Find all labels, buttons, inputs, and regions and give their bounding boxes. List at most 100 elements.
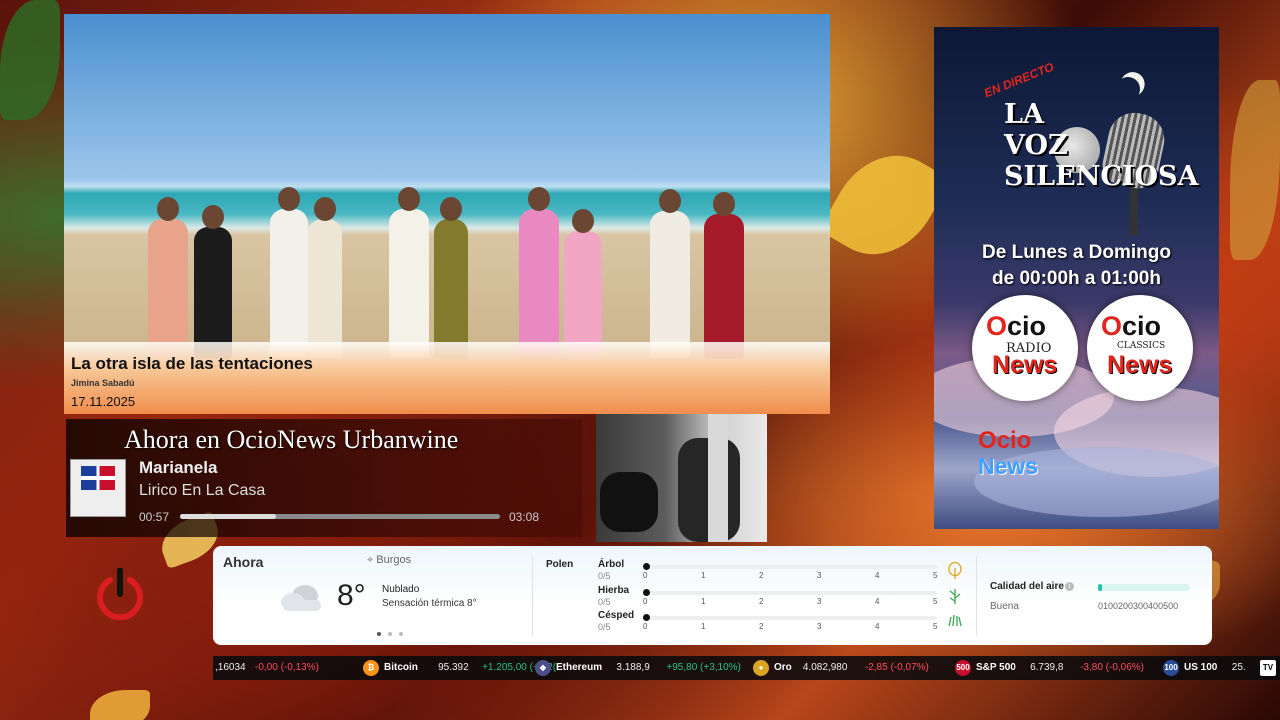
live-tag: EN DIRECTO bbox=[982, 59, 1056, 101]
pollen-tick-label: 1 bbox=[701, 597, 706, 606]
pollen-tick-label: 0 bbox=[643, 622, 648, 631]
brand-ocio-text: Ocio bbox=[978, 427, 1032, 454]
tree-icon bbox=[948, 561, 962, 579]
ticker-item-price: 95.392 bbox=[438, 662, 469, 673]
divider bbox=[976, 556, 977, 636]
tradingview-logo-icon[interactable]: TV bbox=[1260, 660, 1276, 676]
ticker-item-name[interactable]: Ethereum bbox=[556, 656, 602, 680]
brand-news-text: News bbox=[978, 453, 1039, 479]
page-dot[interactable] bbox=[388, 632, 392, 636]
ticker-item-name[interactable]: US 100 bbox=[1184, 656, 1217, 680]
logo-ocio-text: Ocio bbox=[986, 311, 1046, 342]
logo-news-text: News bbox=[1107, 351, 1173, 379]
pollen-tick-label: 3 bbox=[817, 597, 822, 606]
pollen-tick-label: 2 bbox=[759, 622, 764, 631]
news-title[interactable]: La otra isla de las tentaciones bbox=[71, 354, 313, 374]
ticker-item-change: -3,80 (-0,06%) bbox=[1080, 662, 1145, 673]
page-dot[interactable] bbox=[399, 632, 403, 636]
ticker-item-name[interactable]: Bitcoin bbox=[384, 656, 418, 680]
divider bbox=[532, 556, 533, 636]
ticker-lead-price: ,16034 bbox=[215, 662, 246, 673]
ticker-item-price: 3.188,9 bbox=[616, 662, 650, 673]
news-caption bbox=[64, 342, 830, 414]
pollen-name: Árbol bbox=[598, 559, 625, 570]
pollen-track bbox=[645, 591, 937, 595]
air-quality-ticks: 0100200300400500 bbox=[1098, 601, 1179, 611]
cloud-icon bbox=[279, 584, 325, 611]
gold-icon: ● bbox=[753, 660, 769, 676]
weather-widget: Ahora ⌖ Burgos 8° Nublado Sensación térm… bbox=[213, 546, 1212, 645]
pollen-tick-label: 1 bbox=[701, 622, 706, 631]
pollen-tick-label: 5 bbox=[933, 597, 938, 606]
ticker-item-name[interactable]: Oro bbox=[774, 656, 792, 680]
ethereum-icon: ◆ bbox=[535, 660, 551, 676]
logo-news-text: News bbox=[992, 351, 1058, 379]
news-author: Jimina Sabadú bbox=[71, 378, 135, 388]
pollen-tick-label: 0 bbox=[643, 571, 648, 580]
time-elapsed: 00:57 bbox=[139, 510, 170, 524]
schedule-hours: de 00:00h a 01:00h bbox=[992, 268, 1161, 289]
ticker-item-change: +95,80 (+3,10%) bbox=[666, 662, 741, 673]
pollen-score: 0/5 bbox=[598, 571, 611, 581]
show-title-line1: LA bbox=[1004, 99, 1044, 130]
weather-condition: Nublado bbox=[382, 584, 420, 595]
page-dot[interactable] bbox=[377, 632, 381, 636]
pollen-marker bbox=[643, 589, 650, 596]
news-card[interactable]: La otra isla de las tentaciones Jimina S… bbox=[64, 14, 830, 414]
pollen-tick-label: 5 bbox=[933, 571, 938, 580]
pollen-label: Polen bbox=[546, 559, 574, 570]
now-playing-widget: Ahora en OcioNews Urbanwine Marianela Li… bbox=[66, 419, 582, 537]
grass-icon bbox=[948, 613, 962, 629]
info-icon[interactable]: i bbox=[1065, 582, 1074, 591]
weather-location[interactable]: ⌖ Burgos bbox=[367, 554, 411, 567]
pollen-tick-label: 4 bbox=[875, 571, 880, 580]
bitcoin-icon: ₿ bbox=[363, 660, 379, 676]
power-icon[interactable] bbox=[96, 567, 144, 621]
ocio-radio-news-logo[interactable]: Ocio RADIO News bbox=[972, 295, 1078, 401]
location-name: Burgos bbox=[376, 554, 412, 566]
air-quality-bar bbox=[1098, 584, 1190, 591]
logo-ocio-text: Ocio bbox=[1101, 311, 1161, 342]
ticker-item-price: 25. bbox=[1231, 662, 1246, 673]
news-photo bbox=[64, 14, 830, 359]
ticker-lead-change: -0,00 (-0,13%) bbox=[255, 662, 319, 673]
us100-icon: 100 bbox=[1163, 660, 1179, 676]
webcam-feed bbox=[596, 414, 767, 542]
weed-icon bbox=[948, 587, 962, 604]
pollen-tick-label: 3 bbox=[817, 571, 822, 580]
air-quality-label: Calidad del aire bbox=[990, 581, 1064, 592]
location-pin-icon: ⌖ bbox=[367, 554, 374, 566]
logo-rest-letters: cio bbox=[1007, 311, 1047, 341]
show-title-line2: VOZ bbox=[1004, 130, 1068, 161]
sp500-icon: 500 bbox=[955, 660, 971, 676]
pollen-tick-label: 1 bbox=[701, 571, 706, 580]
logo-sub-text: CLASSICS bbox=[1117, 341, 1166, 351]
ticker-item-change: -2,85 (-0,07%) bbox=[864, 662, 929, 673]
now-playing-heading: Ahora en OcioNews Urbanwine bbox=[124, 425, 459, 454]
market-ticker: ,16034 -0,00 (-0,13%) ₿ Bitcoin 95.392 +1.2… bbox=[213, 656, 1280, 680]
pollen-tick-label: 3 bbox=[817, 622, 822, 631]
air-quality-value: Buena bbox=[990, 601, 1019, 612]
ocio-classics-news-logo[interactable]: Ocio CLASSICS News bbox=[1087, 295, 1193, 401]
temperature: 8° bbox=[337, 579, 366, 612]
ticker-item-price: 4.082,980 bbox=[802, 662, 848, 673]
track-album: Lirico En La Casa bbox=[139, 482, 266, 499]
progress-bar[interactable] bbox=[180, 514, 500, 519]
track-artist: Marianela bbox=[139, 458, 218, 477]
show-title: LA VOZ SILENCIOSA bbox=[1004, 99, 1198, 192]
feels-like: Sensación térmica 8° bbox=[382, 598, 477, 609]
pollen-name: Césped bbox=[598, 610, 635, 621]
pollen-tick-label: 2 bbox=[759, 597, 764, 606]
album-cover[interactable] bbox=[70, 459, 126, 517]
ticker-item-name[interactable]: S&P 500 bbox=[976, 656, 1016, 680]
pollen-tick-label: 2 bbox=[759, 571, 764, 580]
pollen-marker bbox=[643, 614, 650, 621]
radio-promo-banner[interactable]: EN DIRECTO LA VOZ SILENCIOSA De Lunes a … bbox=[934, 27, 1219, 529]
pollen-name: Hierba bbox=[598, 585, 630, 596]
progress-fill bbox=[180, 514, 276, 519]
pollen-score: 0/5 bbox=[598, 622, 611, 632]
weather-now-label: Ahora bbox=[223, 554, 264, 570]
schedule-days: De Lunes a Domingo bbox=[982, 242, 1171, 263]
logo-o-letter: O bbox=[1101, 311, 1123, 341]
air-quality-fill bbox=[1098, 584, 1102, 591]
